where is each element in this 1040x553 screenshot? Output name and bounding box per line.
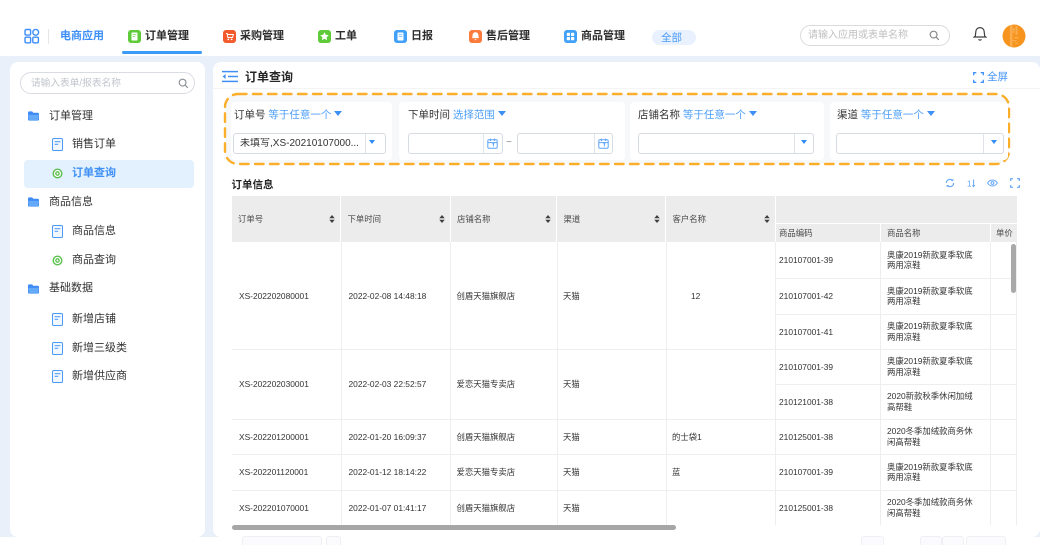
svg-text:1: 1 bbox=[967, 179, 972, 188]
